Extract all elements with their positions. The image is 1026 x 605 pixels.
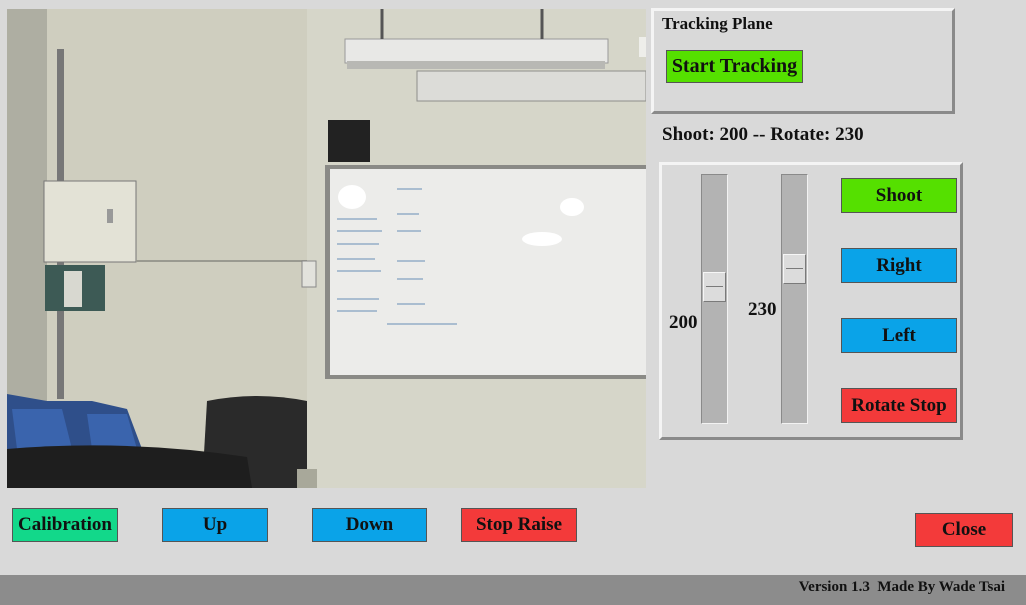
rotate-slider[interactable] (781, 174, 808, 424)
right-button[interactable]: Right (841, 248, 957, 283)
tracking-plane-title: Tracking Plane (662, 14, 773, 33)
camera-feed-view (7, 9, 646, 488)
shoot-button[interactable]: Shoot (841, 178, 957, 213)
start-tracking-button[interactable]: Start Tracking (666, 50, 803, 83)
rotate-slider-thumb[interactable] (783, 254, 806, 284)
version-credit: Version 1.3 Made By Wade Tsai (798, 579, 1005, 595)
shoot-slider-thumb[interactable] (703, 272, 726, 302)
left-button[interactable]: Left (841, 318, 957, 353)
rotate-slider-value: 230 (748, 299, 777, 320)
up-button[interactable]: Up (162, 508, 268, 542)
footer-bar: Version 1.3 Made By Wade Tsai (0, 575, 1026, 605)
calibration-button[interactable]: Calibration (12, 508, 118, 542)
down-button[interactable]: Down (312, 508, 427, 542)
shoot-slider-value: 200 (669, 312, 698, 333)
shoot-slider[interactable] (701, 174, 728, 424)
status-readout: Shoot: 200 -- Rotate: 230 (662, 124, 864, 145)
stop-raise-button[interactable]: Stop Raise (461, 508, 577, 542)
close-button[interactable]: Close (915, 513, 1013, 547)
camera-feed-image (7, 9, 646, 488)
rotate-stop-button[interactable]: Rotate Stop (841, 388, 957, 423)
